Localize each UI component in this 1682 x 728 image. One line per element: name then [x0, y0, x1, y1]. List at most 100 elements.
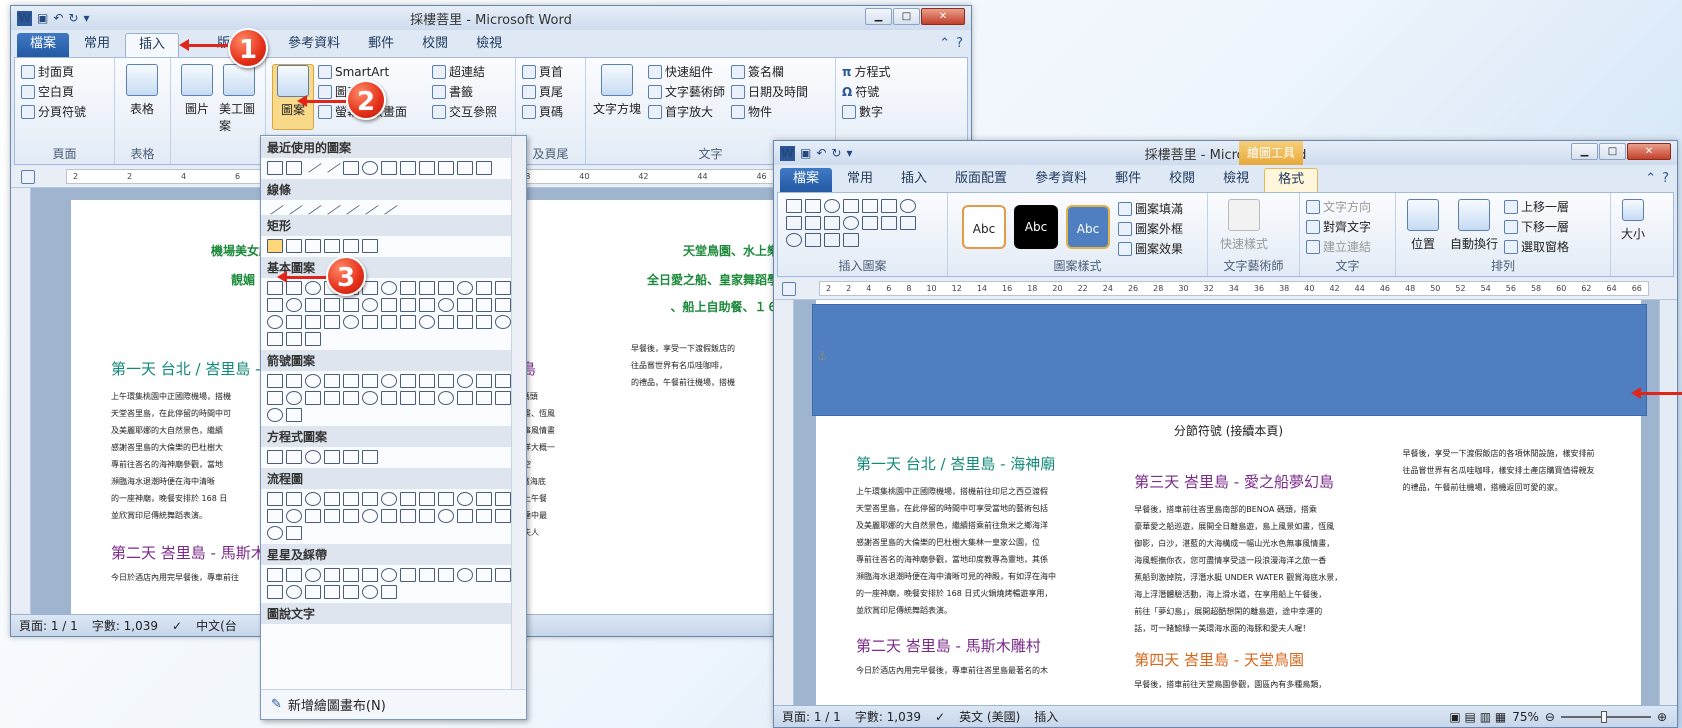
star-shape-icon[interactable]	[343, 568, 359, 582]
basic-shape-icon[interactable]	[400, 281, 416, 295]
shape-oval-icon[interactable]	[362, 161, 378, 175]
line-arrow-icon[interactable]	[285, 199, 303, 215]
page-count[interactable]: 頁面: 1 / 1	[782, 708, 841, 725]
basic-shape-icon[interactable]	[419, 298, 435, 312]
insert-shape-icon[interactable]	[881, 199, 897, 213]
shape-rect-icon[interactable]	[343, 161, 359, 175]
arrow-shape-icon[interactable]	[381, 374, 397, 388]
tab-file[interactable]: 檔案	[17, 33, 70, 57]
close-icon[interactable]: ✕	[1627, 143, 1671, 160]
arrow-shape-icon[interactable]	[419, 374, 435, 388]
flowchart-shape-icon[interactable]	[457, 509, 473, 523]
basic-shape-icon[interactable]	[286, 332, 302, 346]
arrow-shape-icon[interactable]	[400, 391, 416, 405]
basic-shape-icon[interactable]	[305, 298, 321, 312]
equation-shape-icon[interactable]	[286, 450, 302, 464]
star-shape-icon[interactable]	[495, 568, 511, 582]
flowchart-shape-icon[interactable]	[495, 492, 511, 506]
inserted-rectangle-shape[interactable]: ⚓	[812, 304, 1647, 416]
collapse-ribbon-icon[interactable]: ⌃	[939, 36, 950, 51]
basic-shape-icon[interactable]	[476, 281, 492, 295]
arrow-shape-icon[interactable]	[362, 374, 378, 388]
page-number-button[interactable]: 頁碼	[522, 102, 579, 122]
basic-shape-icon[interactable]	[267, 298, 283, 312]
basic-shape-icon[interactable]	[305, 315, 321, 329]
equation-button[interactable]: π 方程式	[842, 62, 910, 82]
equation-shape-icon[interactable]	[267, 450, 283, 464]
line-curve-icon[interactable]	[342, 199, 360, 215]
document-page-2[interactable]: ⚓ 分節符號 (接續本頁) 第一天 台北 / 峇里島 - 海神廟 上午環集桃園中…	[812, 300, 1647, 705]
maximize-icon[interactable]: □	[1599, 143, 1626, 160]
zoom-level[interactable]: 75%	[1512, 710, 1539, 724]
shape-vtextbox-icon[interactable]	[286, 161, 302, 175]
flowchart-shape-icon[interactable]	[381, 492, 397, 506]
basic-shape-icon[interactable]	[495, 315, 511, 329]
flowchart-shape-icon[interactable]	[438, 509, 454, 523]
tab-selector-icon[interactable]	[21, 169, 35, 184]
basic-shape-icon[interactable]	[381, 281, 397, 295]
language[interactable]: 中文(台	[196, 617, 237, 634]
flowchart-shape-icon[interactable]	[362, 509, 378, 523]
shape-roundrect-icon[interactable]	[381, 161, 397, 175]
arrow-shape-icon[interactable]	[495, 391, 511, 405]
minimize-icon[interactable]: ▁	[865, 8, 892, 25]
star-shape-icon[interactable]	[286, 568, 302, 582]
page-count[interactable]: 頁面: 1 / 1	[19, 617, 78, 634]
shape-right-arrow-icon[interactable]	[457, 161, 473, 175]
insert-shape-icon[interactable]	[824, 233, 840, 247]
arrow-shape-icon[interactable]	[381, 391, 397, 405]
basic-shape-icon[interactable]	[438, 315, 454, 329]
cover-page-button[interactable]: 封面頁	[21, 62, 108, 82]
arrow-shape-icon[interactable]	[267, 408, 283, 422]
tab-home[interactable]: 常用	[71, 33, 123, 57]
zoom-in-icon[interactable]: ⊕	[1657, 710, 1667, 724]
hyperlink-button[interactable]: 超連結	[432, 62, 509, 82]
flowchart-shape-icon[interactable]	[419, 492, 435, 506]
new-canvas-button[interactable]: ✎ 新增繪圖畫布(N)	[261, 689, 526, 719]
object-button[interactable]: 物件	[731, 102, 808, 122]
tab-review[interactable]: 校閱	[409, 33, 461, 57]
basic-shape-icon[interactable]	[324, 298, 340, 312]
flowchart-shape-icon[interactable]	[400, 492, 416, 506]
proofing-icon[interactable]: ✓	[935, 710, 945, 724]
word-count[interactable]: 字數: 1,039	[855, 708, 921, 725]
star-shape-icon[interactable]	[457, 568, 473, 582]
tab-references[interactable]: 參考資料	[1022, 168, 1100, 192]
shapes-button[interactable]: 圖案	[272, 64, 314, 130]
arrow-shape-icon[interactable]	[457, 391, 473, 405]
basic-shape-icon[interactable]	[343, 315, 359, 329]
star-shape-icon[interactable]	[381, 585, 397, 599]
arrow-shape-icon[interactable]	[343, 374, 359, 388]
shape-arrow-icon[interactable]	[323, 157, 341, 173]
bring-forward-button[interactable]: 上移一層	[1504, 197, 1569, 217]
basic-shape-icon[interactable]	[286, 315, 302, 329]
basic-shape-icon[interactable]	[305, 332, 321, 346]
selection-pane-button[interactable]: 選取窗格	[1504, 237, 1569, 257]
insert-shape-icon[interactable]	[824, 216, 840, 230]
basic-shape-icon[interactable]	[457, 315, 473, 329]
star-shape-icon[interactable]	[305, 585, 321, 599]
arrow-shape-icon[interactable]	[362, 391, 378, 405]
tab-mailings[interactable]: 郵件	[1102, 168, 1154, 192]
collapse-ribbon-icon[interactable]: ⌃	[1645, 171, 1656, 186]
flowchart-shape-icon[interactable]	[476, 492, 492, 506]
date-time-button[interactable]: 日期及時間	[731, 82, 808, 102]
line-elbow-icon[interactable]	[323, 199, 341, 215]
flowchart-shape-icon[interactable]	[286, 526, 302, 540]
zoom-slider[interactable]	[1560, 710, 1651, 723]
basic-shape-icon[interactable]	[267, 315, 283, 329]
flowchart-shape-icon[interactable]	[267, 492, 283, 506]
number-button[interactable]: 數字	[842, 102, 910, 122]
arrow-shape-icon[interactable]	[457, 374, 473, 388]
insert-shape-icon[interactable]	[805, 233, 821, 247]
tab-view[interactable]: 檢視	[463, 33, 515, 57]
blank-page-button[interactable]: 空白頁	[21, 82, 108, 102]
basic-shape-icon[interactable]	[495, 298, 511, 312]
basic-shape-icon[interactable]	[457, 281, 473, 295]
flowchart-shape-icon[interactable]	[476, 509, 492, 523]
vertical-scrollbar[interactable]	[1659, 300, 1677, 705]
style-fill-blue[interactable]: Abc	[1066, 205, 1110, 249]
quick-styles-button[interactable]: 快速樣式	[1214, 199, 1274, 252]
equation-shape-icon[interactable]	[305, 450, 321, 464]
basic-shape-icon[interactable]	[438, 298, 454, 312]
